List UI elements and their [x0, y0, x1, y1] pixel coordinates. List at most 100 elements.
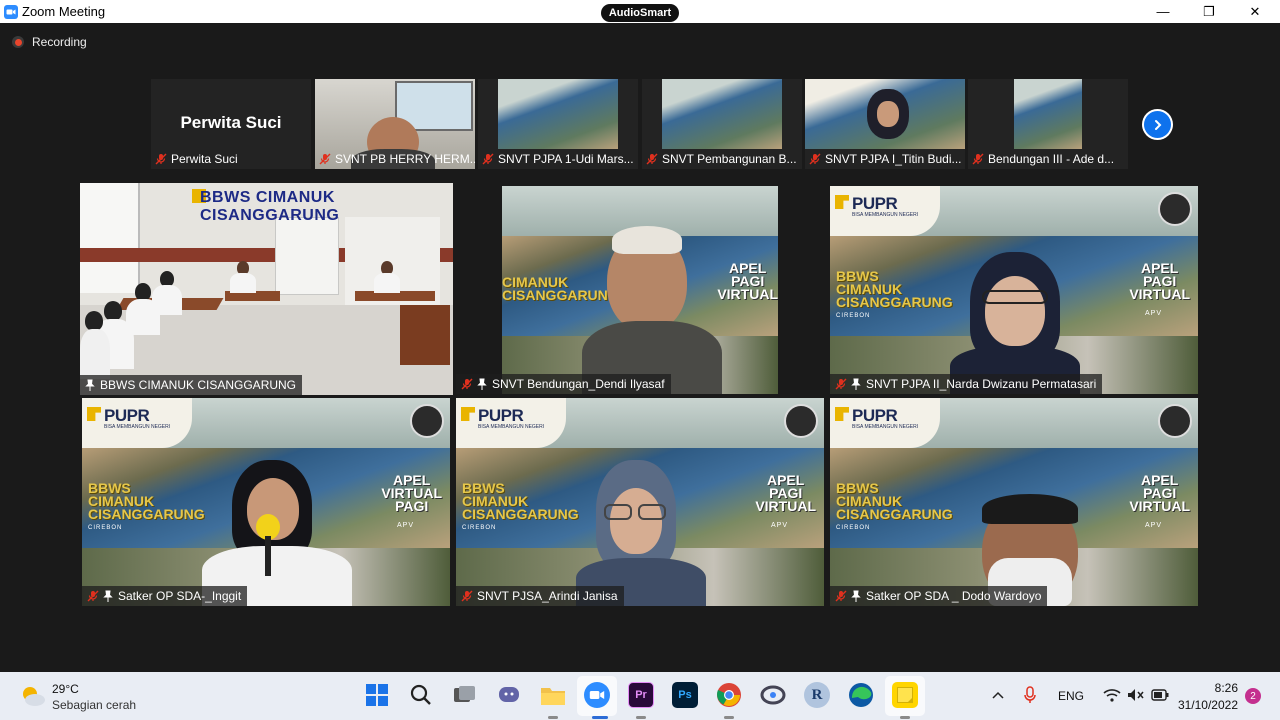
muted-mic-icon: [87, 590, 99, 602]
battery-icon: [1151, 689, 1169, 701]
microphone-in-use-button[interactable]: [1020, 682, 1040, 708]
zoom-taskbar-button[interactable]: [584, 682, 610, 708]
chat-button[interactable]: [496, 682, 522, 708]
file-explorer-button[interactable]: [540, 682, 566, 708]
participant-name-display: Perwita Suci: [180, 113, 282, 132]
participant-name: SVNT PB HERRY HERM...: [335, 152, 475, 166]
strip-tile[interactable]: Bendungan III - Ade d...: [968, 79, 1128, 169]
sticky-notes-button[interactable]: [892, 682, 918, 708]
participant-nameplate: SNVT PJSA_Arindi Janisa: [456, 586, 624, 606]
notification-count: 2: [1250, 690, 1256, 702]
pin-icon: [477, 378, 487, 390]
muted-mic-icon: [461, 378, 473, 390]
muted-mic-icon: [835, 378, 847, 390]
video-feed: BBWS CIMANUK CISANGGARUNG: [80, 183, 453, 395]
participant-name: SNVT PJPA I_Titin Budi...: [825, 152, 962, 166]
wifi-icon: [1103, 689, 1121, 702]
bbws-badge-icon: [784, 404, 818, 438]
strip-tile[interactable]: SNVT PJPA I_Titin Budi...: [805, 79, 965, 169]
muted-mic-icon: [461, 590, 473, 602]
participant-nameplate: Satker OP SDA _ Dodo Wardoyo: [830, 586, 1048, 606]
r-app-button[interactable]: R: [804, 682, 830, 708]
audiosmart-badge[interactable]: AudioSmart: [601, 4, 679, 22]
premiere-pro-icon: Pr: [635, 689, 647, 701]
muted-mic-icon: [319, 153, 331, 165]
muted-mic-icon: [646, 153, 658, 165]
video-tile[interactable]: PUPR BISA MEMBANGUN NEGERI BBWS CIMANUK CIS…: [830, 398, 1198, 606]
premiere-pro-button[interactable]: Pr: [628, 682, 654, 708]
running-indicator: [900, 716, 910, 719]
search-button[interactable]: [408, 682, 434, 708]
minimize-button[interactable]: —: [1140, 0, 1186, 23]
active-indicator: [592, 716, 608, 719]
video-tile[interactable]: PUPR BISA MEMBANGUN NEGERI BBWS CIMANUK CIS…: [456, 398, 824, 606]
strip-tile[interactable]: SVNT PB HERRY HERM...: [315, 79, 475, 169]
next-page-button[interactable]: [1142, 109, 1173, 140]
video-tile[interactable]: PUPR BISA MEMBANGUN NEGERI BBWS CIMANUK CIS…: [830, 186, 1198, 394]
partly-cloudy-icon: [23, 687, 45, 706]
pin-icon: [103, 590, 113, 602]
strip-tile[interactable]: SNVT PJPA 1-Udi Mars...: [478, 79, 638, 169]
photoshop-icon: Ps: [678, 689, 692, 701]
maximize-button[interactable]: ❐: [1186, 0, 1232, 23]
clock-button[interactable]: 8:26 31/10/2022: [1176, 672, 1242, 720]
show-hidden-icons-button[interactable]: [988, 682, 1008, 708]
muted-mic-icon: [835, 590, 847, 602]
participant-name: Satker OP SDA _ Dodo Wardoyo: [866, 589, 1042, 603]
participant-nameplate: SNVT PJPA II_Narda Dwizanu Permatasari: [830, 374, 1103, 394]
video-tile-active[interactable]: BBWS CIMANUK CISANGGARUNG BBWS CIMANUK C…: [80, 183, 453, 395]
participant-nameplate: SVNT PB HERRY HERM...: [315, 149, 475, 169]
participant-nameplate: Bendungan III - Ade d...: [968, 149, 1120, 169]
participant-nameplate: SNVT Pembangunan B...: [642, 149, 802, 169]
recording-indicator[interactable]: Recording: [12, 35, 87, 49]
participant-name: SNVT PJPA II_Narda Dwizanu Permatasari: [866, 377, 1097, 391]
task-view-button[interactable]: [452, 682, 478, 708]
quick-settings-button[interactable]: [1096, 682, 1176, 708]
weather-description: Sebagian cerah: [52, 698, 137, 712]
zoom-app-icon: [4, 4, 18, 19]
participant-nameplate: Perwita Suci: [151, 149, 244, 169]
pin-icon: [85, 379, 95, 391]
windows-taskbar: 29°C Sebagian cerah Pr Ps R ENG 8:26 31/…: [0, 672, 1280, 720]
participant-name: BBWS CIMANUK CISANGGARUNG: [100, 378, 297, 392]
muted-mic-icon: [809, 153, 821, 165]
muted-mic-icon: [155, 153, 167, 165]
folder-icon: [541, 688, 565, 705]
microphone-icon: [1024, 686, 1036, 703]
zoom-icon: [589, 691, 605, 699]
running-indicator: [636, 716, 646, 719]
running-indicator: [548, 716, 558, 719]
language-indicator[interactable]: ENG: [1058, 689, 1084, 703]
strip-tile[interactable]: SNVT Pembangunan B...: [642, 79, 802, 169]
participant-nameplate: SNVT Bendungan_Dendi Ilyasaf: [456, 374, 671, 394]
pin-icon: [851, 378, 861, 390]
participant-name: SNVT Pembangunan B...: [662, 152, 797, 166]
chevron-right-icon: [1154, 119, 1161, 130]
speaker-muted-icon: [1128, 689, 1144, 701]
pin-icon: [851, 590, 861, 602]
participant-name: Bendungan III - Ade d...: [988, 152, 1115, 166]
edge-button[interactable]: [848, 682, 874, 708]
title-bar: Zoom Meeting AudioSmart — ❐ ✕: [0, 0, 1280, 23]
close-button[interactable]: ✕: [1232, 0, 1278, 23]
r-icon: R: [811, 686, 823, 703]
participant-name: Satker OP SDA-_Inggit: [118, 589, 242, 603]
strip-tile[interactable]: Perwita Suci Perwita Suci: [151, 79, 311, 169]
participant-name: SNVT PJPA 1-Udi Mars...: [498, 152, 634, 166]
bbws-badge-icon: [1158, 192, 1192, 226]
chrome-button[interactable]: [716, 682, 742, 708]
search-icon: [410, 684, 431, 705]
participant-name: SNVT Bendungan_Dendi Ilyasaf: [492, 377, 665, 391]
weather-widget[interactable]: 29°C Sebagian cerah: [18, 672, 148, 720]
clock-time: 8:26: [1214, 681, 1238, 695]
rambox-icon: [760, 685, 786, 705]
video-tile[interactable]: PUPR BISA MEMBANGUN NEGERI BBWS CIMANUK CIS…: [82, 398, 450, 606]
photoshop-button[interactable]: Ps: [672, 682, 698, 708]
rambox-button[interactable]: [760, 682, 786, 708]
video-tile[interactable]: CIMANUK CISANGGARUNG APEL PAGI VIRTUAL SNVT…: [456, 186, 824, 394]
participant-nameplate: SNVT PJPA I_Titin Budi...: [805, 149, 965, 169]
start-button[interactable]: [364, 682, 390, 708]
notification-badge[interactable]: 2: [1245, 688, 1261, 704]
windows-logo-icon: [366, 684, 388, 706]
participant-nameplate: BBWS CIMANUK CISANGGARUNG: [80, 375, 303, 395]
